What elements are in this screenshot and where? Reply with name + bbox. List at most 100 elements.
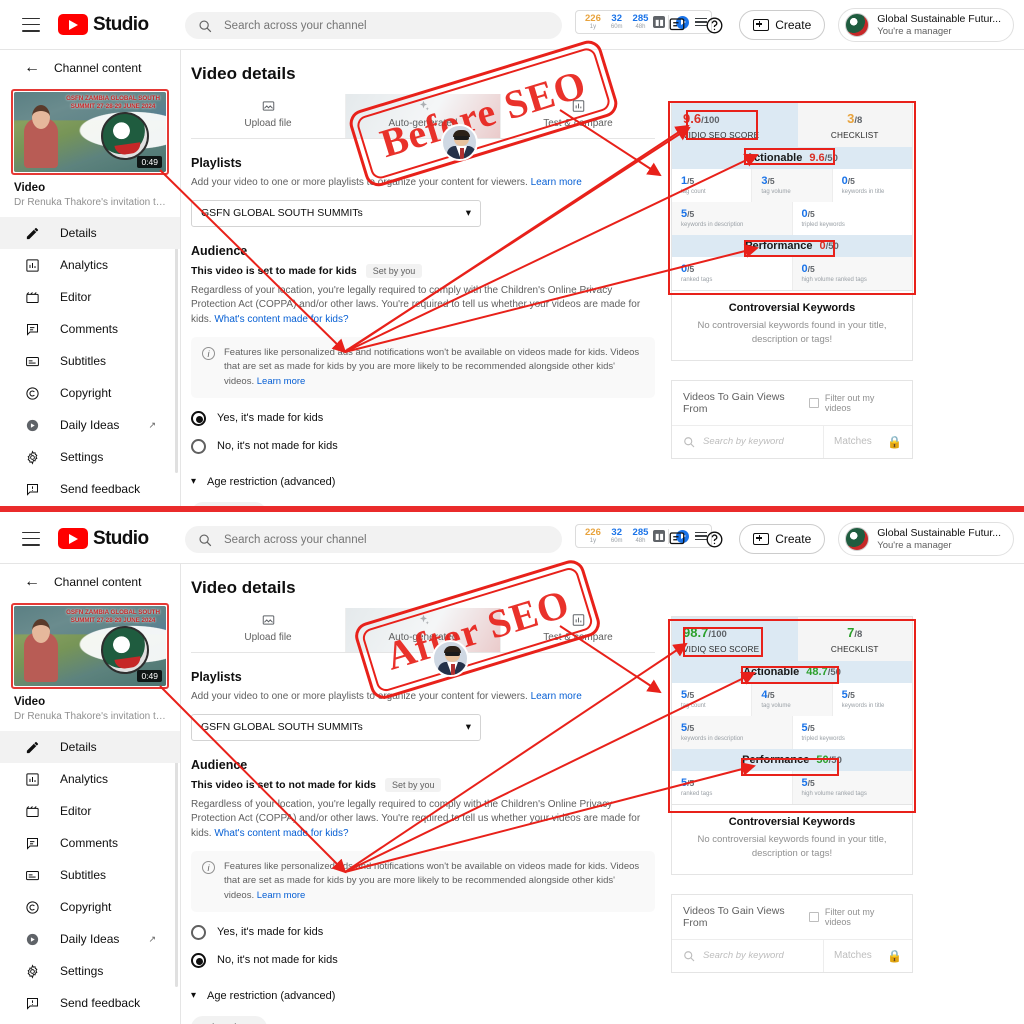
video-thumbnail[interactable]: GSFN ZAMBIA GLOBAL SOUTH SUMMIT 27-28-29…: [14, 606, 166, 686]
filter-out-my-videos-checkbox[interactable]: Filter out my videos: [809, 393, 901, 413]
hamburger-icon[interactable]: [22, 531, 40, 546]
app-header: Studio 226 1y 32 60m 285 48h ▮▮: [0, 0, 1024, 50]
tab-label: Upload file: [244, 632, 292, 643]
sidebar-item-subtitles[interactable]: Subtitles: [0, 345, 180, 377]
video-thumbnail[interactable]: GSFN ZAMBIA GLOBAL SOUTH SUMMIT 27-28-29…: [14, 92, 166, 172]
metric-tag-volume: 3/5 tag volume: [752, 169, 833, 202]
help-icon[interactable]: [702, 13, 726, 37]
channel-content-header[interactable]: ← Channel content: [0, 50, 180, 86]
sidebar-item-label: Editor: [60, 290, 92, 304]
after-seo-panel: Studio 226 1y 32 60m 285 48h ▮▮: [0, 514, 1024, 1024]
vidiq-play-icon: [24, 417, 41, 434]
create-label: Create: [775, 532, 812, 546]
tab-test-and-compare[interactable]: Test & compare: [501, 608, 655, 652]
subtitles-icon: [24, 353, 41, 370]
sidebar-item-copyright[interactable]: Copyright: [0, 377, 180, 409]
tab-auto-generated[interactable]: Auto-generated: [346, 94, 501, 138]
radio-icon[interactable]: [191, 438, 206, 454]
help-icon[interactable]: [702, 527, 726, 551]
checkbox-icon[interactable]: [809, 397, 819, 408]
sidebar-item-editor[interactable]: Editor: [0, 795, 180, 827]
playlist-select[interactable]: GSFN GLOBAL SOUTH SUMMITs ▾: [191, 199, 481, 227]
page-title: Video details: [191, 64, 296, 83]
create-button[interactable]: Create: [739, 524, 826, 554]
radio-icon[interactable]: [191, 924, 206, 940]
sidebar-item-analytics[interactable]: Analytics: [0, 249, 180, 281]
search-bar[interactable]: [185, 12, 562, 39]
vidiq-chart-icon[interactable]: ▮▮: [653, 16, 666, 28]
channel-chip[interactable]: Global Sustainable Futur... You're a man…: [838, 522, 1014, 556]
coppa-link[interactable]: What's content made for kids?: [214, 828, 348, 839]
audience-heading: Audience: [191, 243, 248, 258]
feedback-icon[interactable]: [665, 527, 689, 551]
notice-learn-more-link[interactable]: Learn more: [257, 376, 306, 387]
tab-upload-file[interactable]: Upload file: [191, 94, 346, 138]
sidebar-item-analytics[interactable]: Analytics: [0, 763, 180, 795]
back-arrow-icon[interactable]: ←: [24, 59, 40, 77]
channel-content-header[interactable]: ← Channel content: [0, 564, 180, 600]
metric-tripled-keywords: 0/5 tripled keywords: [793, 202, 913, 235]
age-restriction-toggle[interactable]: ▾ Age restriction (advanced): [191, 990, 655, 1002]
coppa-paragraph: Regardless of your location, you're lega…: [191, 284, 655, 328]
actionable-band: Actionable 48.7/50: [672, 661, 912, 683]
radio-made-for-kids-no[interactable]: No, it's not made for kids: [191, 438, 655, 454]
coppa-link[interactable]: What's content made for kids?: [214, 314, 348, 325]
back-arrow-icon[interactable]: ←: [24, 573, 40, 591]
video-label: Video: [14, 696, 46, 708]
tab-auto-generated[interactable]: Auto-generated: [346, 608, 501, 652]
controversial-heading: Controversial Keywords: [728, 302, 856, 314]
sidebar-item-settings[interactable]: Settings: [0, 955, 180, 987]
sidebar-item-subtitles[interactable]: Subtitles: [0, 859, 180, 891]
feedback-icon[interactable]: [665, 13, 689, 37]
video-label: Video: [14, 182, 46, 194]
pencil-icon: [24, 225, 41, 242]
sidebar-item-settings[interactable]: Settings: [0, 441, 180, 473]
sidebar-item-send-feedback[interactable]: Send feedback: [0, 987, 180, 1019]
show-less-button[interactable]: Show less: [191, 1015, 267, 1024]
vidiq-chart-icon[interactable]: ▮▮: [653, 530, 666, 542]
vidiq-play-icon: [24, 931, 41, 948]
search-input[interactable]: [222, 532, 522, 547]
checkbox-icon[interactable]: [809, 911, 819, 922]
radio-icon[interactable]: [191, 952, 206, 968]
youtube-studio-logo[interactable]: Studio: [58, 528, 149, 550]
sidebar-item-daily-ideas[interactable]: Daily Ideas ↗: [0, 923, 180, 955]
radio-made-for-kids-no[interactable]: No, it's not made for kids: [191, 952, 655, 968]
video-thumbnail-highlight: GSFN ZAMBIA GLOBAL SOUTH SUMMIT 27-28-29…: [11, 603, 169, 689]
radio-icon[interactable]: [191, 410, 206, 426]
sidebar-item-send-feedback[interactable]: Send feedback: [0, 473, 180, 505]
globe-logo-icon: [101, 112, 149, 160]
tab-test-and-compare[interactable]: Test & compare: [501, 94, 655, 138]
notice-learn-more-link[interactable]: Learn more: [257, 890, 306, 901]
playlists-learn-more-link[interactable]: Learn more: [531, 691, 582, 702]
lock-icon: 🔒: [887, 948, 902, 963]
audience-status: This video is set to made for kids Set b…: [191, 263, 655, 278]
keyword-search-input[interactable]: Search by keyword: [672, 939, 824, 972]
gain-views-title: Videos To Gain Views From: [683, 904, 785, 929]
filter-out-my-videos-checkbox[interactable]: Filter out my videos: [809, 907, 901, 927]
hamburger-icon[interactable]: [22, 17, 40, 32]
sidebar-item-copyright[interactable]: Copyright: [0, 891, 180, 923]
sidebar-item-comments[interactable]: Comments: [0, 313, 180, 345]
playlist-select[interactable]: GSFN GLOBAL SOUTH SUMMITs ▾: [191, 713, 481, 741]
sidebar-item-details[interactable]: Details: [0, 217, 180, 249]
create-button[interactable]: Create: [739, 10, 826, 40]
youtube-studio-logo[interactable]: Studio: [58, 14, 149, 36]
playlists-desc-text: Add your video to one or more playlists …: [191, 691, 528, 702]
sidebar-item-editor[interactable]: Editor: [0, 281, 180, 313]
seo-score-value: 98.7: [683, 625, 709, 640]
search-bar[interactable]: [185, 526, 562, 553]
create-icon: [753, 533, 770, 545]
keyword-search-input[interactable]: Search by keyword: [672, 425, 824, 458]
radio-made-for-kids-yes[interactable]: Yes, it's made for kids: [191, 410, 655, 426]
sidebar-item-comments[interactable]: Comments: [0, 827, 180, 859]
search-input[interactable]: [222, 18, 522, 33]
sidebar-item-details[interactable]: Details: [0, 731, 180, 763]
playlists-learn-more-link[interactable]: Learn more: [531, 177, 582, 188]
radio-made-for-kids-yes[interactable]: Yes, it's made for kids: [191, 924, 655, 940]
metric-keywords-in-description: 5/5 keywords in description: [672, 202, 793, 235]
sidebar-item-daily-ideas[interactable]: Daily Ideas ↗: [0, 409, 180, 441]
age-restriction-toggle[interactable]: ▾ Age restriction (advanced): [191, 476, 655, 488]
tab-upload-file[interactable]: Upload file: [191, 608, 346, 652]
channel-chip[interactable]: Global Sustainable Futur... You're a man…: [838, 8, 1014, 42]
